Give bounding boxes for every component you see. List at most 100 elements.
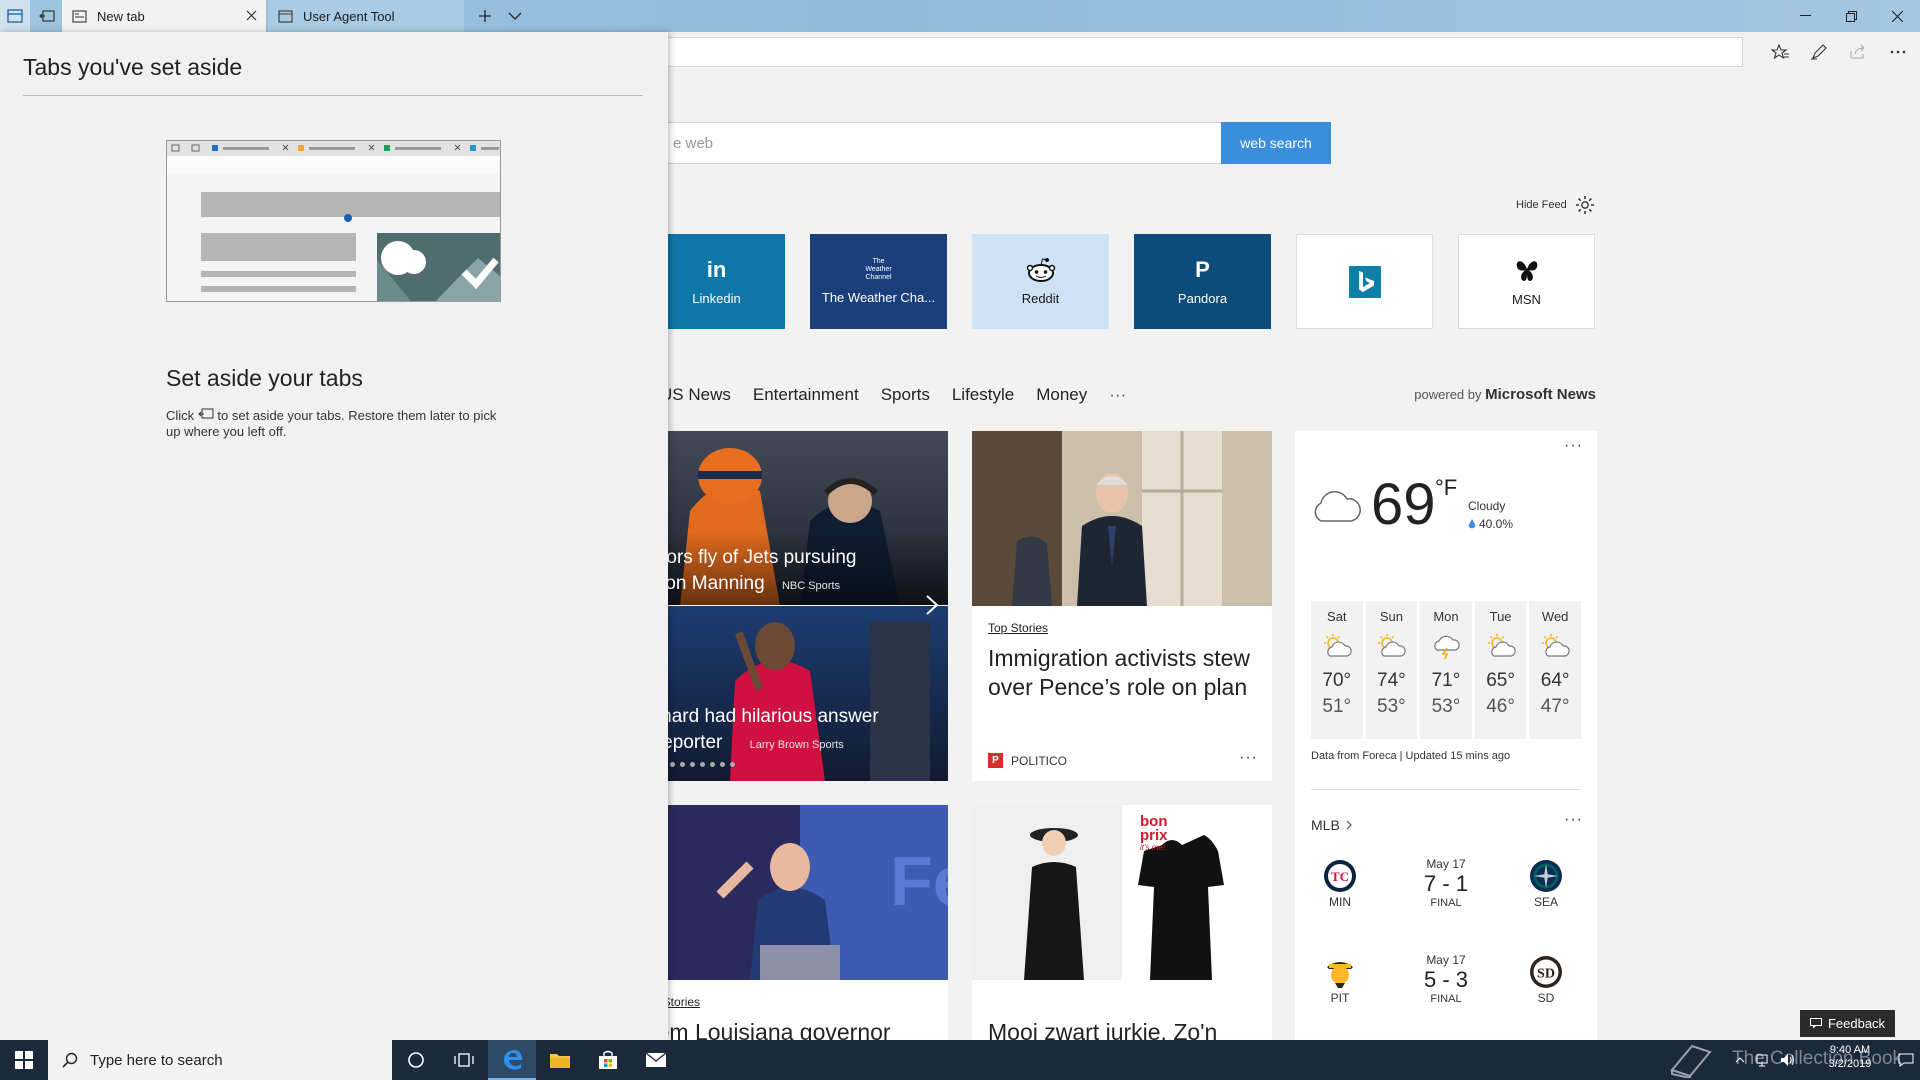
weather-source[interactable]: Data from Foreca | Updated 15 mins ago <box>1311 750 1510 762</box>
set-aside-illustration <box>166 140 501 302</box>
mlb-header[interactable]: MLB <box>1311 817 1352 833</box>
taskbar-edge-app[interactable] <box>488 1040 536 1080</box>
mlb-game[interactable]: TC MIN May 17 7 - 1 FINAL SEA <box>1311 857 1581 929</box>
volume-button[interactable] <box>1776 1040 1800 1080</box>
game-score-value: 5 - 3 <box>1423 967 1469 992</box>
cortana-button[interactable] <box>392 1040 440 1080</box>
nav-money[interactable]: Money <box>1036 385 1087 405</box>
forecast-day[interactable]: Sat 70° 51° <box>1311 601 1363 739</box>
bonprix-logo: bon prix it's me! <box>1140 814 1168 851</box>
share-button[interactable] <box>1840 38 1876 66</box>
tab-list-button[interactable] <box>500 0 530 32</box>
carousel-caption-1[interactable]: umors fly of Jets pursuing eyton Manning… <box>640 545 856 596</box>
task-view-button[interactable] <box>440 1040 488 1080</box>
close-window-button[interactable] <box>1874 0 1920 32</box>
tab-new-tab[interactable]: New tab <box>62 0 266 32</box>
mlb-game[interactable]: PIT May 17 5 - 3 FINAL SD SD <box>1311 953 1581 1025</box>
edge-logo-icon <box>501 1048 523 1070</box>
taskbar-clock[interactable]: 9:40 AM 3/2/2019 <box>1808 1043 1892 1072</box>
card-source: P POLITICO <box>988 753 1067 768</box>
set-aside-tabs-button[interactable] <box>32 0 62 32</box>
news-card-pence[interactable]: Top Stories Immigration activists stew o… <box>972 431 1272 781</box>
svg-text:TC: TC <box>1331 869 1349 884</box>
taskbar-file-explorer[interactable] <box>536 1040 584 1080</box>
card-headline[interactable]: Dem Louisiana governor <box>640 1018 891 1040</box>
card-more-button[interactable]: ··· <box>1239 749 1258 767</box>
weather-more-button[interactable]: ··· <box>1564 437 1583 455</box>
carousel-dot[interactable] <box>700 762 705 767</box>
web-note-button[interactable] <box>1801 38 1837 66</box>
carousel-dot[interactable] <box>720 762 725 767</box>
msn-butterfly-icon <box>1513 256 1541 284</box>
chevron-right-icon <box>1346 820 1352 830</box>
taskbar-store[interactable] <box>584 1040 632 1080</box>
carousel-next-arrow-icon[interactable] <box>925 594 939 616</box>
card-headline[interactable]: Mooi zwart jurkje. Zo'n <box>988 1018 1217 1040</box>
restore-button[interactable] <box>1828 0 1874 32</box>
start-button[interactable] <box>0 1040 48 1080</box>
nav-entertainment[interactable]: Entertainment <box>753 385 859 405</box>
show-hidden-icons-button[interactable] <box>1728 1040 1752 1080</box>
carousel-dot[interactable] <box>690 762 695 767</box>
game-date: May 17 <box>1426 857 1466 871</box>
forecast-day[interactable]: Tue 65° 46° <box>1474 601 1527 739</box>
address-bar[interactable] <box>560 37 1743 67</box>
mlb-more-button[interactable]: ··· <box>1564 811 1583 829</box>
carousel-caption-2[interactable]: eonard had hilarious answer o reporter L… <box>640 704 879 755</box>
forecast-high: 65° <box>1486 670 1515 691</box>
team-abbr: SD <box>1537 991 1555 1005</box>
forecast-day[interactable]: Sun 74° 53° <box>1365 601 1418 739</box>
favorites-button[interactable] <box>1762 38 1798 66</box>
top-site-bing[interactable] <box>1296 234 1433 329</box>
network-button[interactable] <box>1752 1040 1776 1080</box>
top-site-weather-channel[interactable]: The Weather Channel The Weather Cha... <box>810 234 947 329</box>
partly-sunny-icon <box>1540 634 1570 658</box>
news-carousel[interactable]: umors fly of Jets pursuing eyton Manning… <box>640 431 948 781</box>
caption-line: eonard had hilarious answer <box>640 706 879 727</box>
tab-preview-button[interactable] <box>0 0 30 32</box>
nav-sports[interactable]: Sports <box>881 385 930 405</box>
feedback-button[interactable]: Feedback <box>1800 1010 1895 1037</box>
top-site-label: Reddit <box>1021 291 1060 306</box>
carousel-dot[interactable] <box>730 762 735 767</box>
game-score: May 17 5 - 3 FINAL <box>1406 953 1486 1005</box>
tab-user-agent-tool[interactable]: User Agent Tool <box>268 0 464 32</box>
carousel-dot[interactable] <box>670 762 675 767</box>
top-site-pandora[interactable]: P Pandora <box>1134 234 1271 329</box>
feed-settings-gear-icon[interactable] <box>1575 195 1595 215</box>
forecast-day[interactable]: Mon 71° 53° <box>1420 601 1472 739</box>
hide-feed-link[interactable]: Hide Feed <box>1516 199 1567 211</box>
new-tab-button[interactable] <box>470 0 500 32</box>
close-tab-icon[interactable] <box>245 9 258 22</box>
microsoft-news-brand[interactable]: Microsoft News <box>1485 386 1596 403</box>
forecast-low: 53° <box>1431 696 1461 717</box>
card-tag[interactable]: Top Stories <box>988 621 1048 635</box>
web-search-button[interactable]: web search <box>1221 122 1331 164</box>
news-card-governor[interactable]: Fe Top Stories Dem Louisiana governor <box>640 805 948 1040</box>
search-placeholder: e web <box>673 135 714 152</box>
mariners-logo-icon <box>1529 859 1563 893</box>
nav-lifestyle[interactable]: Lifestyle <box>952 385 1014 405</box>
nav-more-button[interactable]: ··· <box>1109 385 1126 405</box>
top-site-msn[interactable]: MSN <box>1458 234 1595 329</box>
minimize-button[interactable] <box>1782 0 1828 32</box>
top-site-linkedin[interactable]: in Linkedin <box>648 234 785 329</box>
taskbar-mail[interactable] <box>632 1040 680 1080</box>
temp-unit[interactable]: °F <box>1435 475 1457 501</box>
carousel-dot[interactable] <box>710 762 715 767</box>
notification-icon <box>1898 1053 1914 1067</box>
game-status: FINAL <box>1430 897 1462 909</box>
forecast-low: 51° <box>1322 696 1352 717</box>
set-aside-inline-icon <box>198 408 214 420</box>
action-center-button[interactable] <box>1892 1040 1920 1080</box>
card-headline[interactable]: Immigration activists stew over Pence’s … <box>988 644 1260 702</box>
nav-us-news[interactable]: US News <box>660 385 731 405</box>
taskbar-search-box[interactable]: Type here to search <box>48 1040 392 1080</box>
web-search-input[interactable]: e web <box>600 122 1222 164</box>
ad-card-dress[interactable]: bon prix it's me! Mooi zwart jurkje. Zo'… <box>972 805 1272 1040</box>
carousel-dot[interactable] <box>680 762 685 767</box>
settings-more-button[interactable] <box>1880 38 1916 66</box>
feedback-label: Feedback <box>1827 1016 1886 1031</box>
forecast-day[interactable]: Wed 64° 47° <box>1529 601 1581 739</box>
top-site-reddit[interactable]: Reddit <box>972 234 1109 329</box>
